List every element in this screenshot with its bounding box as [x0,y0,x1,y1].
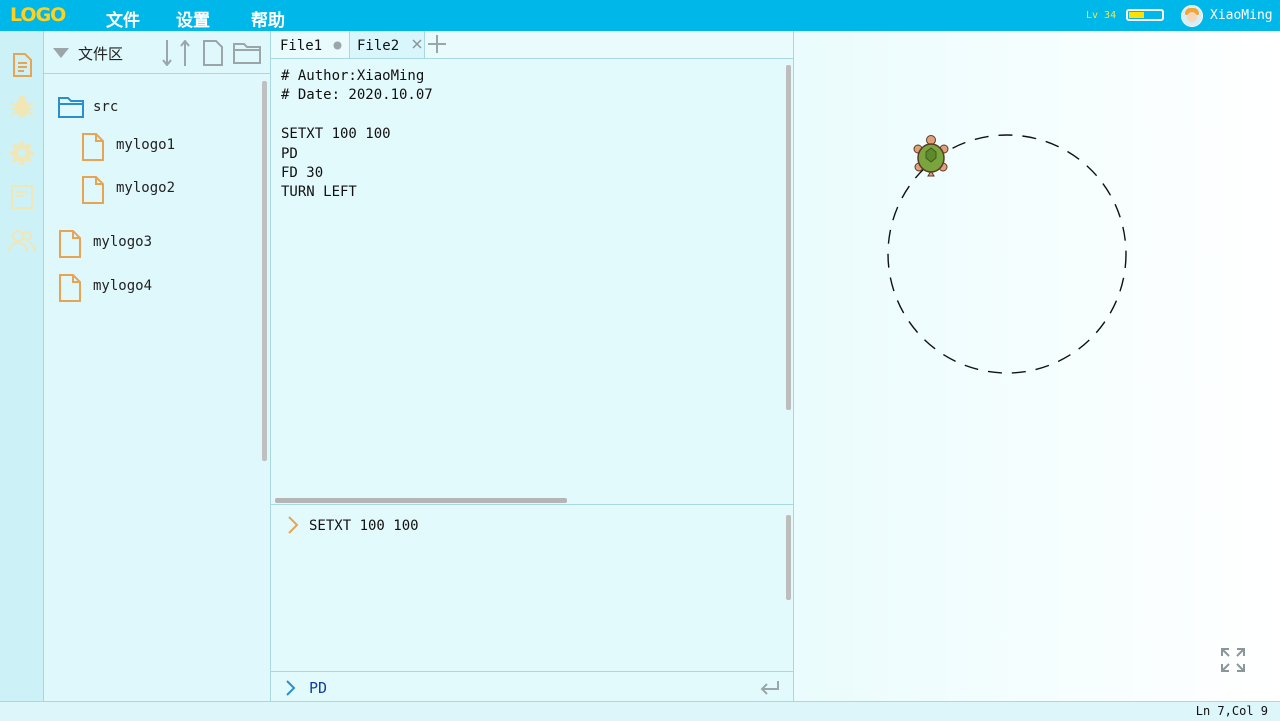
add-tab-icon[interactable] [427,34,447,54]
menu-file[interactable]: 文件 [106,6,140,31]
username[interactable]: XiaoMing [1210,8,1273,23]
menu-help[interactable]: 帮助 [251,6,285,31]
tree-file-mylogo2[interactable]: mylogo2 [81,175,261,205]
prompt-chevron-icon [286,680,296,696]
users-icon[interactable] [8,227,36,255]
document-icon [82,133,104,161]
tab-file1[interactable]: File1 [271,31,349,58]
turtle-canvas[interactable] [794,31,1280,701]
file-panel-header: 文件区 [44,31,270,74]
tree-file-mylogo1[interactable]: mylogo1 [81,132,261,162]
file-panel: 文件区 src mylogo1 mylogo2 mylogo3 mylogo4 [44,31,271,701]
collapse-icon[interactable] [53,48,69,58]
file-panel-scrollbar[interactable] [262,81,267,461]
status-bar: Ln 7,Col 9 [0,701,1280,721]
top-bar: LOGO 文件 设置 帮助 Lv 34 XiaoMing [0,0,1280,31]
cursor-position: Ln 7,Col 9 [1195,704,1268,718]
console-line: SETXT 100 100 [309,518,419,534]
progress-bar [1126,9,1164,21]
command-bar: PD [271,671,793,702]
bug-icon[interactable] [8,93,36,121]
tree-label: mylogo2 [116,180,176,196]
tree-file-mylogo4[interactable]: mylogo4 [58,273,258,303]
tree-label: mylogo4 [93,278,153,294]
tree-label: mylogo1 [116,137,176,153]
app-logo: LOGO [10,4,66,26]
close-icon[interactable] [412,39,422,49]
avatar[interactable] [1181,5,1203,27]
tab-file2[interactable]: File2 [349,31,425,58]
new-file-icon[interactable] [202,40,224,66]
command-input[interactable]: PD [309,679,327,697]
editor-vertical-scrollbar[interactable] [786,65,791,410]
gear-icon[interactable] [8,139,36,167]
new-folder-icon[interactable] [233,42,261,64]
chevron-right-icon [288,516,299,534]
tree-file-mylogo3[interactable]: mylogo3 [58,229,258,259]
menu-settings[interactable]: 设置 [176,6,210,31]
tab-bar: File1 File2 [271,31,793,59]
console-output: SETXT 100 100 [271,504,793,672]
tab-label: File2 [357,38,400,54]
enter-icon[interactable] [760,680,780,696]
document-icon [59,230,81,258]
drawing-surface [887,134,1127,374]
progress-fill [1129,12,1145,18]
turtle-icon [913,135,949,177]
console-scrollbar[interactable] [786,515,791,600]
file-icon[interactable] [8,51,36,79]
book-icon[interactable] [8,183,36,211]
unsaved-dot-icon [333,41,342,50]
code-editor[interactable]: # Author:XiaoMing # Date: 2020.10.07 SET… [281,67,433,203]
activity-bar [0,31,44,701]
document-icon [59,274,81,302]
tab-label: File1 [280,38,323,54]
tree-label: mylogo3 [93,234,153,250]
fullscreen-icon[interactable] [1220,647,1246,673]
tree-folder-src[interactable]: src [58,94,258,124]
editor-panel: File1 File2 # Author:XiaoMing # Date: 20… [271,31,794,701]
editor-horizontal-scrollbar[interactable] [275,498,567,503]
file-panel-title: 文件区 [78,45,124,63]
folder-icon [58,97,84,118]
user-level: Lv 34 [1086,10,1117,21]
tree-label: src [93,99,119,115]
sort-icon[interactable] [161,40,191,66]
document-icon [82,176,104,204]
